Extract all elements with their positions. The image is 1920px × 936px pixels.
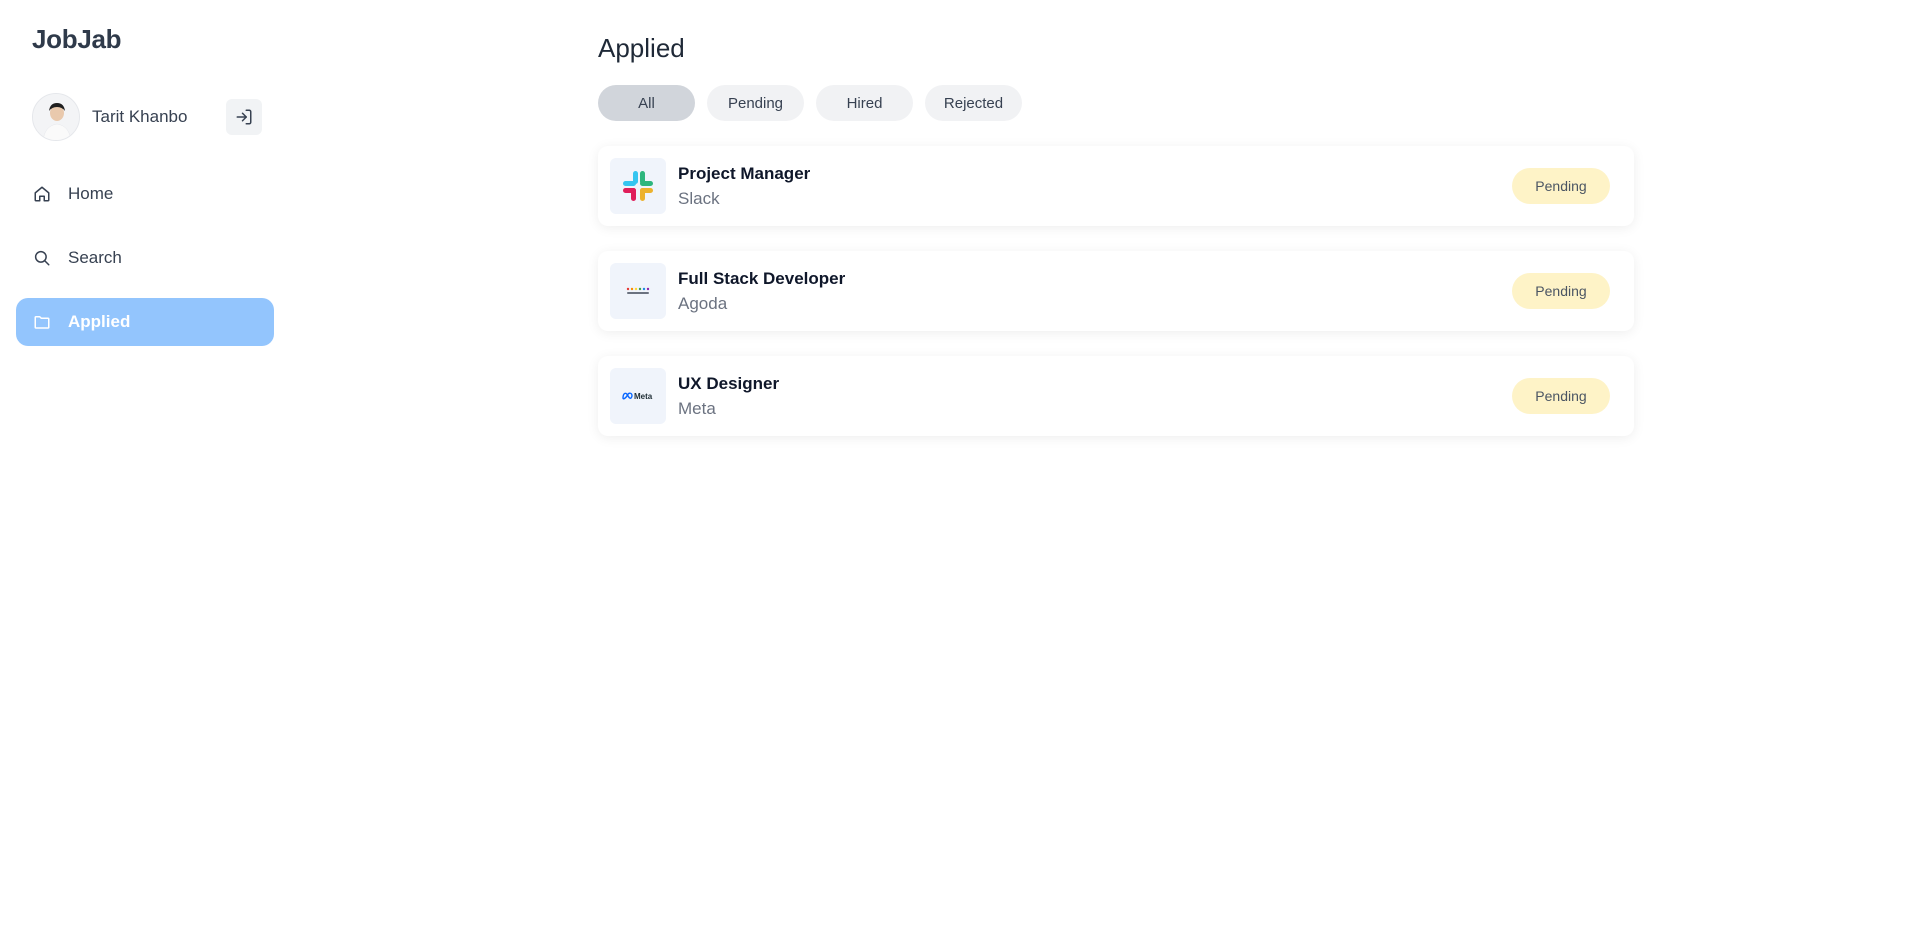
sidebar-item-label: Home <box>68 184 114 203</box>
user-name: Tarit Khanbo <box>92 107 188 126</box>
sidebar-item-search[interactable]: Search <box>16 234 274 282</box>
job-info: Project Manager Slack <box>678 164 1512 209</box>
logout-button[interactable] <box>226 99 262 135</box>
company-name: Slack <box>678 188 720 208</box>
home-icon <box>32 184 52 204</box>
sidebar-nav: Home Search Applied <box>16 170 274 362</box>
search-icon <box>32 248 52 268</box>
status-badge: Pending <box>1512 273 1610 309</box>
app-root: JobJab Tarit Khanbo Home Search Applied … <box>0 0 1920 936</box>
job-info: UX Designer Meta <box>678 374 1512 419</box>
job-title: Full Stack Developer <box>678 268 846 288</box>
sidebar: JobJab Tarit Khanbo Home Search Applied <box>0 0 290 936</box>
filter-rejected[interactable]: Rejected <box>925 85 1022 121</box>
status-filter-tabs: All Pending Hired Rejected <box>598 85 1022 121</box>
sidebar-item-applied[interactable]: Applied <box>16 298 274 346</box>
job-info: Full Stack Developer Agoda <box>678 269 1512 314</box>
job-title: UX Designer <box>678 373 780 393</box>
sidebar-item-label: Search <box>68 248 122 267</box>
company-logo <box>610 158 666 214</box>
avatar[interactable] <box>32 93 80 141</box>
filter-hired[interactable]: Hired <box>816 85 913 121</box>
brand-logo[interactable]: JobJab <box>32 24 122 55</box>
status-badge: Pending <box>1512 168 1610 204</box>
meta-logo-text: Meta <box>634 392 653 401</box>
company-logo <box>610 263 666 319</box>
job-card[interactable]: Full Stack Developer Agoda Pending <box>598 251 1634 331</box>
sidebar-item-label: Applied <box>68 312 131 331</box>
meta-logo-icon: Meta <box>622 392 653 401</box>
avatar-image <box>33 94 79 140</box>
sidebar-item-home[interactable]: Home <box>16 170 274 218</box>
filter-pending[interactable]: Pending <box>707 85 804 121</box>
status-badge: Pending <box>1512 378 1610 414</box>
job-title: Project Manager <box>678 163 811 183</box>
company-name: Meta <box>678 398 716 418</box>
page-title: Applied <box>598 33 685 63</box>
applied-jobs-list: Project Manager Slack Pending Full Stack… <box>598 146 1634 461</box>
company-name: Agoda <box>678 293 728 313</box>
user-profile: Tarit Khanbo <box>32 93 262 141</box>
company-logo: Meta <box>610 368 666 424</box>
filter-all[interactable]: All <box>598 85 695 121</box>
slack-logo-icon <box>623 171 653 201</box>
logout-icon <box>236 109 252 125</box>
folder-icon <box>32 312 52 332</box>
agoda-logo-icon <box>626 287 650 294</box>
job-card[interactable]: Meta UX Designer Meta Pending <box>598 356 1634 436</box>
job-card[interactable]: Project Manager Slack Pending <box>598 146 1634 226</box>
